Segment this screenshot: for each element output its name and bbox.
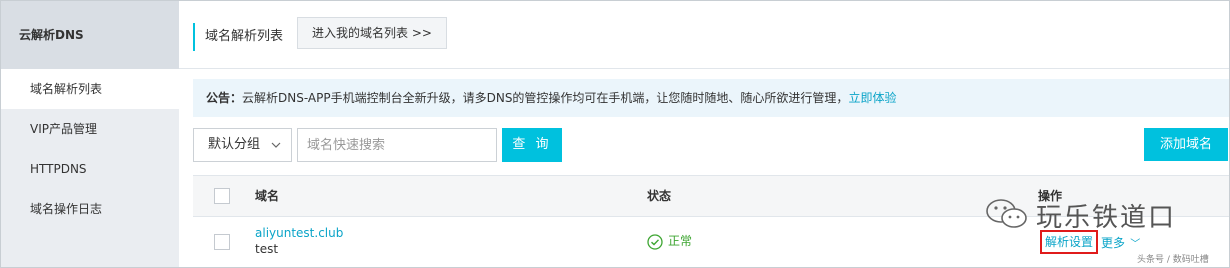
page-title: 域名解析列表 bbox=[193, 23, 283, 51]
sidebar-item-operation-log[interactable]: 域名操作日志 bbox=[1, 189, 179, 229]
notice-link[interactable]: 立即体验 bbox=[848, 91, 896, 105]
more-label: 更多 bbox=[1101, 236, 1126, 250]
notice-prefix: 公告： bbox=[206, 91, 243, 105]
status-badge: 正常 bbox=[647, 233, 692, 250]
wechat-icon bbox=[984, 196, 1030, 235]
chevron-down-icon bbox=[271, 129, 281, 174]
sidebar-item-vip[interactable]: VIP产品管理 bbox=[1, 109, 179, 149]
group-select[interactable]: 默认分组 bbox=[193, 128, 292, 162]
watermark: 玩乐铁道口 bbox=[984, 196, 1176, 234]
footer-watermark: 头条号 / 数码吐槽 bbox=[1137, 255, 1209, 265]
notice-bar: 公告：云解析DNS-APP手机端控制台全新升级，请多DNS的管控操作均可在手机端… bbox=[193, 79, 1229, 117]
sidebar: 云解析DNS 域名解析列表 VIP产品管理 HTTPDNS 域名操作日志 bbox=[1, 1, 179, 267]
chevron-down-icon: ﹀ bbox=[1127, 239, 1141, 250]
top-bar: 域名解析列表 进入我的域名列表 >> bbox=[179, 1, 1229, 69]
sidebar-item-domain-list[interactable]: 域名解析列表 bbox=[1, 69, 179, 109]
row-checkbox[interactable] bbox=[214, 234, 230, 250]
add-domain-button[interactable]: 添加域名 bbox=[1144, 128, 1228, 161]
group-select-value: 默认分组 bbox=[208, 137, 261, 152]
search-input[interactable] bbox=[297, 128, 497, 162]
select-all-checkbox[interactable] bbox=[214, 188, 230, 204]
column-header-domain: 域名 bbox=[255, 189, 280, 203]
status-text: 正常 bbox=[668, 234, 693, 248]
domain-link[interactable]: aliyuntest.club bbox=[255, 226, 343, 240]
more-actions-link[interactable]: 更多 ﹀ bbox=[1101, 234, 1140, 251]
notice-text: 云解析DNS-APP手机端控制台全新升级，请多DNS的管控操作均可在手机端，让您… bbox=[242, 91, 849, 105]
sidebar-title: 云解析DNS bbox=[1, 1, 179, 69]
column-header-status: 状态 bbox=[647, 189, 672, 203]
watermark-text: 玩乐铁道口 bbox=[1036, 202, 1177, 233]
check-circle-icon bbox=[647, 233, 668, 250]
query-button[interactable]: 查 询 bbox=[502, 128, 562, 162]
sidebar-item-httpdns[interactable]: HTTPDNS bbox=[1, 149, 179, 189]
domain-remark: test bbox=[255, 242, 279, 256]
goto-domain-list-button[interactable]: 进入我的域名列表 >> bbox=[297, 17, 447, 49]
